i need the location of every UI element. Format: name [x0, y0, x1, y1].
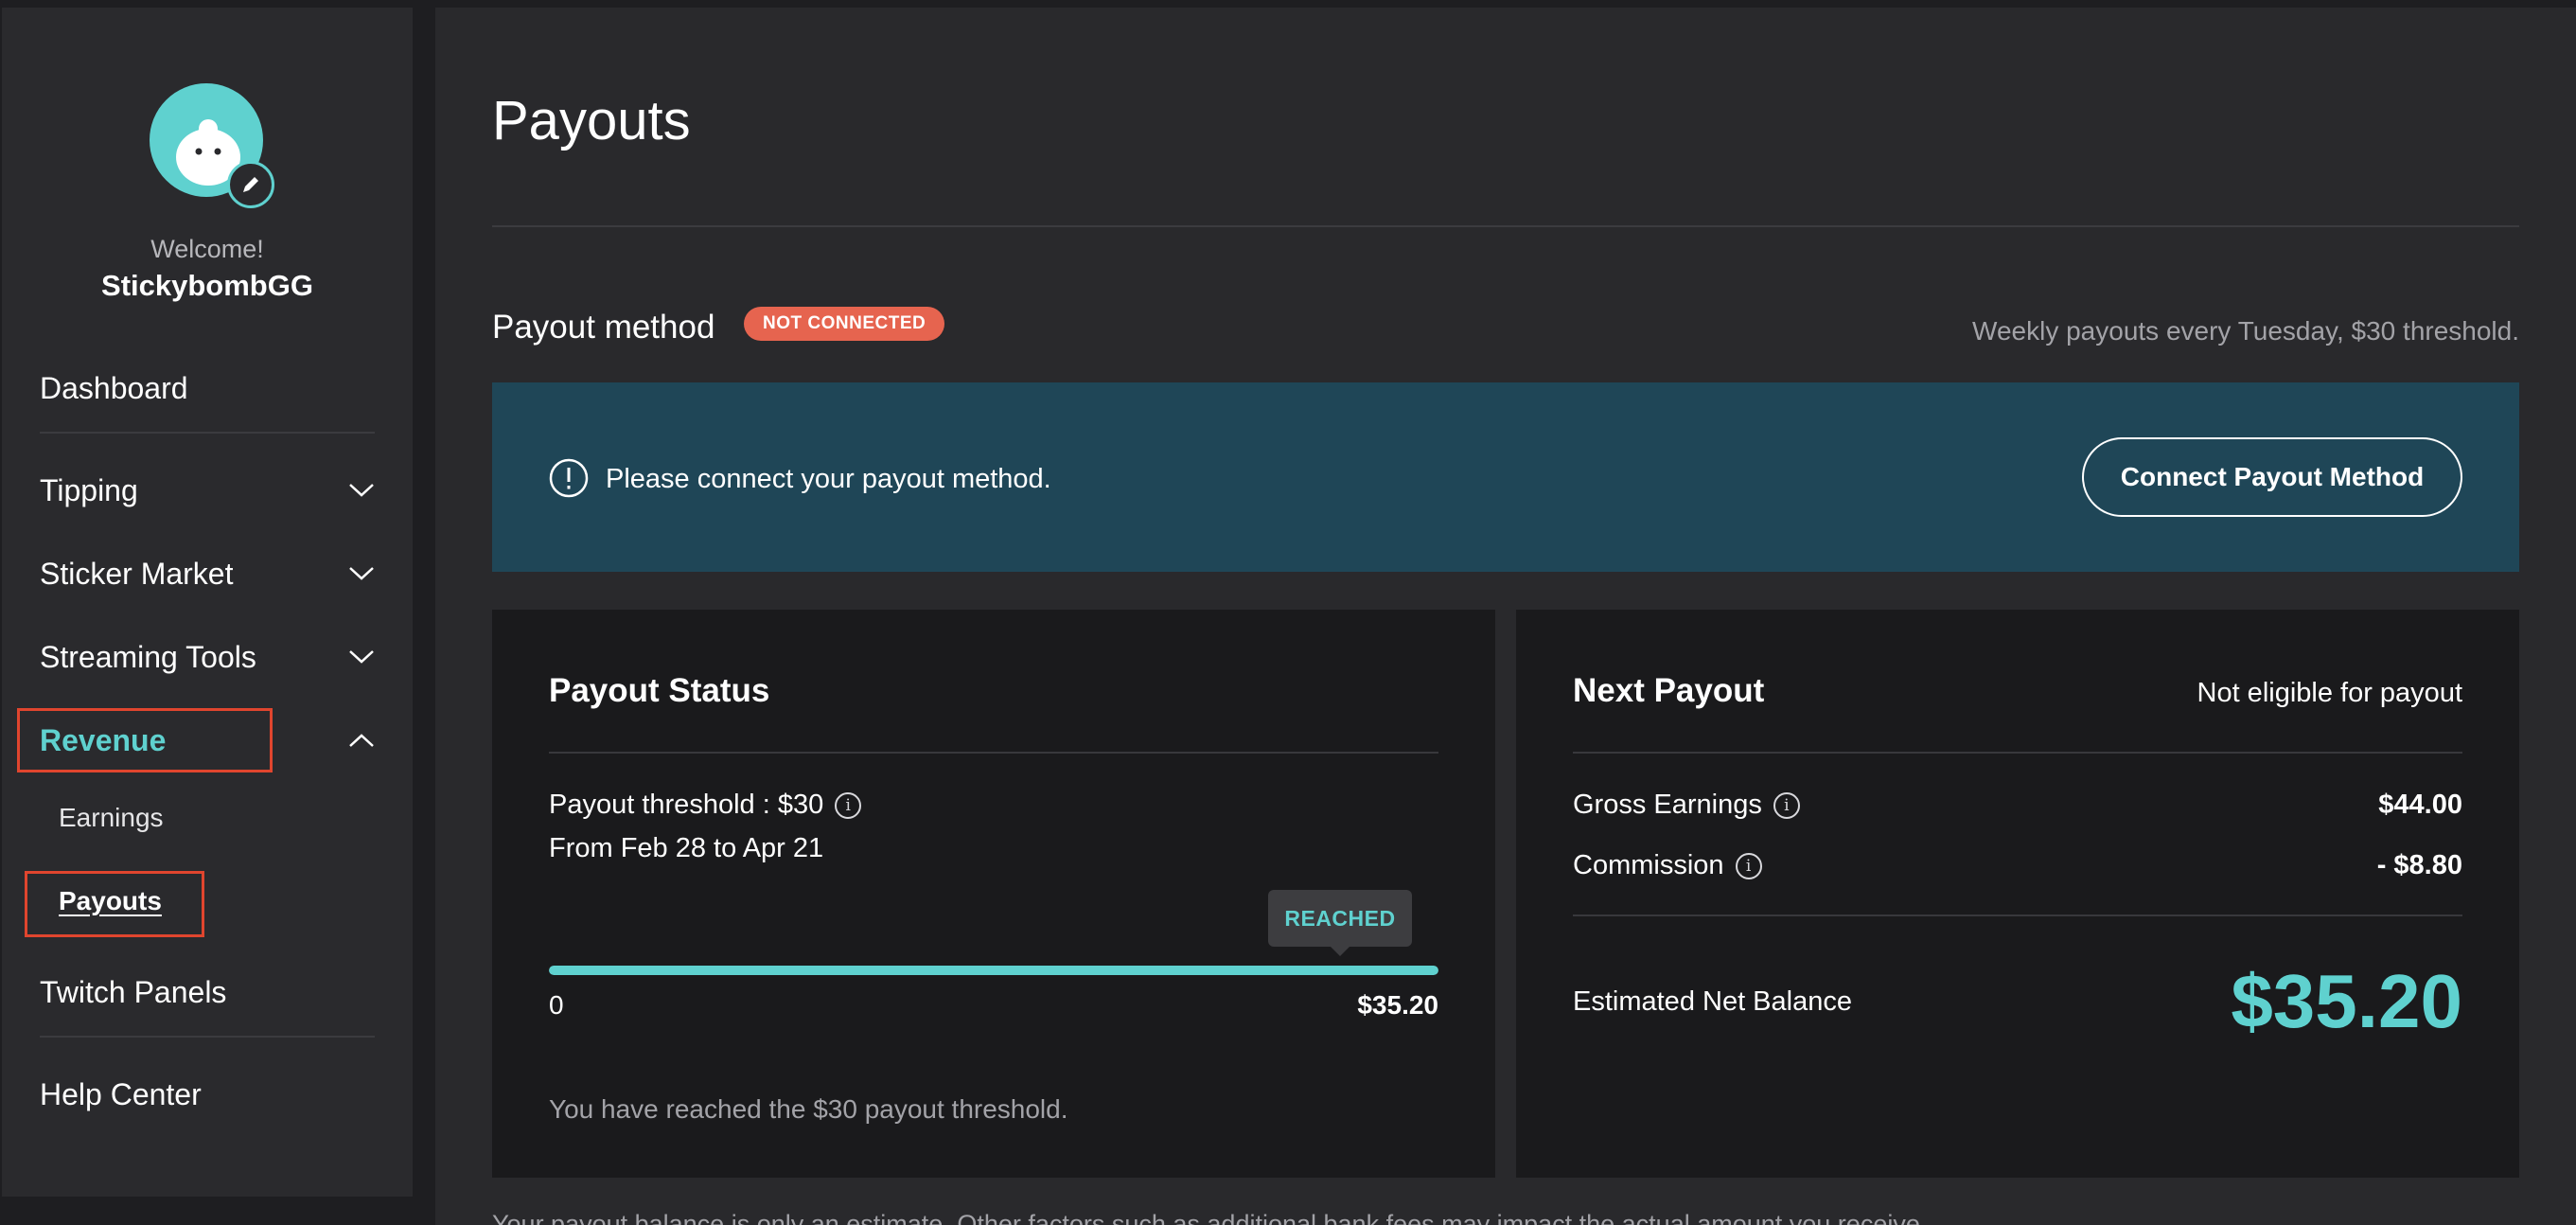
username: StickybombGG [101, 269, 313, 302]
title-divider [492, 225, 2519, 227]
chevron-down-icon [348, 560, 375, 587]
sidebar-item-label: Dashboard [40, 370, 188, 405]
sidebar-item-twitch-panels[interactable]: Twitch Panels [40, 966, 375, 1019]
sidebar-item-label: Sticker Market [40, 556, 234, 591]
card-divider [1573, 914, 2462, 916]
card-title: Payout Status [549, 672, 770, 709]
sidebar-item-help-center[interactable]: Help Center [40, 1068, 375, 1121]
payout-progress-bar [549, 966, 1438, 975]
payout-threshold-text: Payout threshold : $30 [549, 790, 824, 820]
card-divider [1573, 752, 2462, 754]
sidebar-item-label: Tipping [40, 472, 138, 507]
payout-status-card: Payout Status Payout threshold : $30 i F… [492, 610, 1495, 1178]
payout-threshold-row: Payout threshold : $30 i [549, 790, 862, 821]
alert-circle-icon [549, 458, 589, 503]
card-title: Next Payout [1573, 672, 1765, 709]
status-badge: NOT CONNECTED [744, 307, 945, 341]
avatar[interactable] [150, 83, 276, 210]
sidebar-item-label: Help Center [40, 1076, 202, 1111]
sidebar-subitem-earnings[interactable]: Earnings [59, 803, 164, 833]
card-divider [549, 752, 1438, 754]
page-title: Payouts [492, 90, 691, 151]
revenue-highlight-box [17, 708, 273, 772]
connect-alert-banner: Please connect your payout method. Conne… [492, 382, 2519, 572]
payouts-highlight-box [25, 871, 204, 937]
payout-method-label: Payout method [492, 309, 715, 346]
chevron-down-icon [348, 644, 375, 670]
gross-earnings-label: Gross Earnings [1573, 790, 1762, 820]
sidebar-item-dashboard[interactable]: Dashboard [40, 362, 375, 415]
payout-schedule-note: Weekly payouts every Tuesday, $30 thresh… [1972, 316, 2519, 346]
sidebar: Welcome! StickybombGG Dashboard Tipping … [2, 8, 413, 1197]
reached-tooltip: REACHED [1268, 890, 1412, 956]
sidebar-item-label: Twitch Panels [40, 974, 227, 1009]
info-icon[interactable]: i [1735, 852, 1762, 879]
chevron-down-icon [348, 477, 375, 504]
next-payout-card: Next Payout Not eligible for payout Gros… [1516, 610, 2519, 1178]
gross-earnings-row: Gross Earnings i [1573, 790, 1800, 821]
connect-payout-method-button[interactable]: Connect Payout Method [2082, 437, 2462, 517]
commission-value: - $8.80 [2376, 850, 2462, 880]
sidebar-divider [40, 432, 375, 434]
progress-min-label: 0 [549, 990, 564, 1020]
sidebar-item-streaming-tools[interactable]: Streaming Tools [40, 630, 375, 684]
commission-row: Commission i [1573, 850, 1762, 881]
net-balance-value: $35.20 [2231, 959, 2462, 1043]
progress-fill [549, 966, 1438, 975]
payout-eligibility-status: Not eligible for payout [2197, 678, 2463, 708]
payout-date-range: From Feb 28 to Apr 21 [549, 833, 824, 863]
commission-label: Commission [1573, 850, 1724, 880]
sidebar-item-tipping[interactable]: Tipping [40, 464, 375, 517]
sidebar-divider [40, 1036, 375, 1038]
sidebar-item-label: Streaming Tools [40, 639, 256, 674]
edit-pencil-icon[interactable] [227, 161, 274, 208]
chevron-up-icon [348, 727, 375, 754]
threshold-reached-note: You have reached the $30 payout threshol… [549, 1094, 1068, 1124]
welcome-text: Welcome! [150, 235, 264, 263]
progress-max-label: $35.20 [1357, 990, 1438, 1020]
info-icon[interactable]: i [1773, 791, 1800, 819]
info-icon[interactable]: i [835, 791, 862, 819]
main-content: Payouts Payout method NOT CONNECTED Week… [435, 8, 2576, 1225]
net-balance-label: Estimated Net Balance [1573, 986, 1852, 1017]
gross-earnings-value: $44.00 [2378, 790, 2462, 820]
sidebar-item-sticker-market[interactable]: Sticker Market [40, 547, 375, 600]
footer-disclaimer: Your payout balance is only an estimate.… [492, 1210, 1928, 1225]
alert-message: Please connect your payout method. [606, 464, 1051, 494]
